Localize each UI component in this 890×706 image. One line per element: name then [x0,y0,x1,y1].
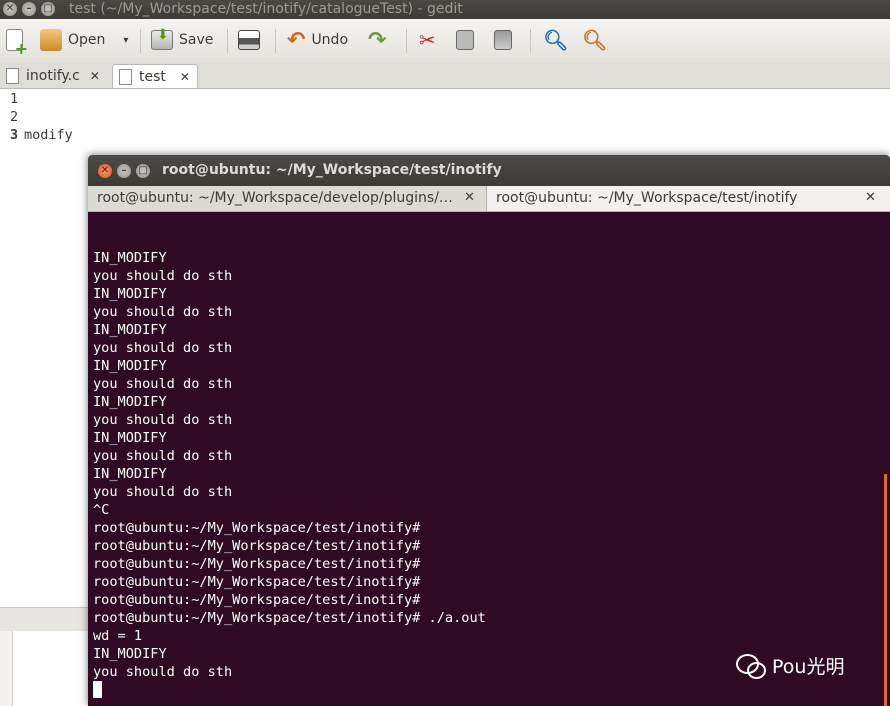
wechat-icon [736,653,766,679]
terminal-line: root@ubuntu:~/My_Workspace/test/inotify# [93,538,421,554]
terminal-line: you should do sth [93,484,233,500]
open-button[interactable]: Open ▾ [40,25,128,55]
terminal-line: wd = 1 [93,628,143,644]
tab-inotify-c[interactable]: inotify.c ✕ [0,64,110,88]
terminal-window: ✕ – □ root@ubuntu: ~/My_Workspace/test/i… [88,155,890,706]
copy-icon [456,30,474,50]
replace-button[interactable]: 🔍︎ [582,25,607,55]
close-icon[interactable]: ✕ [464,190,475,205]
paste-button[interactable] [494,25,512,55]
terminal-line: root@ubuntu:~/My_Workspace/test/inotify# [93,556,421,572]
minimize-icon[interactable]: – [117,164,131,178]
save-label: Save [179,32,214,48]
terminal-output: IN_MODIFY you should do sth IN_MODIFY you s… [93,249,486,699]
gedit-tabbar: inotify.c ✕ test ✕ [0,63,890,89]
close-icon[interactable]: ✕ [3,2,17,16]
save-icon: ⬇ [151,27,173,50]
tab-label: root@ubuntu: ~/My_Workspace/develop/plug… [97,190,453,206]
side-panel [12,631,92,706]
terminal-line: IN_MODIFY [93,394,167,410]
maximize-icon[interactable]: □ [41,2,55,16]
terminal-line: root@ubuntu:~/My_Workspace/test/inotify#… [93,610,486,626]
tab-label: inotify.c [26,68,80,84]
toolbar-separator [530,29,531,53]
clipboard-icon [494,30,512,50]
window-title: test (~/My_Workspace/test/inotify/catalo… [69,1,463,17]
redo-arrow-icon: ↷ [368,27,387,53]
line-number: 1 [10,91,19,107]
terminal-tab-inotify[interactable]: root@ubuntu: ~/My_Workspace/test/inotify… [486,186,890,211]
line-number: 3 [10,127,19,143]
window-title: root@ubuntu: ~/My_Workspace/test/inotify [162,162,502,178]
tab-test[interactable]: test ✕ [112,64,198,88]
terminal-line: you should do sth [93,304,233,320]
watermark: Pou光明 [736,652,844,679]
undo-arrow-icon: ↶ [287,27,306,53]
save-button[interactable]: ⬇ Save [151,25,213,55]
undo-button[interactable]: ↶ Undo [287,25,348,55]
new-document-icon: + [6,29,28,57]
toolbar-separator [406,29,407,53]
close-icon[interactable]: ✕ [98,164,112,178]
terminal-line: ^C [93,502,110,518]
terminal-output-area[interactable]: IN_MODIFY you should do sth IN_MODIFY you s… [88,212,890,706]
chevron-down-icon[interactable]: ▾ [123,35,128,46]
toolbar-separator [140,29,141,53]
watermark-text: Pou光明 [772,656,845,678]
terminal-line: IN_MODIFY [93,322,167,338]
toolbar-separator [275,29,276,53]
terminal-line: you should do sth [93,340,233,356]
terminal-line: IN_MODIFY [93,358,167,374]
line-number: 2 [10,109,19,125]
close-icon[interactable]: ✕ [180,70,190,84]
close-icon[interactable]: ✕ [90,69,100,83]
cut-button[interactable]: ✂ [419,25,436,55]
print-button[interactable] [238,25,260,55]
open-label: Open [68,32,106,48]
terminal-line: IN_MODIFY [93,430,167,446]
copy-button[interactable] [456,25,474,55]
new-button[interactable]: + [6,25,28,57]
terminal-line: root@ubuntu:~/My_Workspace/test/inotify# [93,520,421,536]
terminal-tabbar: root@ubuntu: ~/My_Workspace/develop/plug… [88,186,890,212]
search-icon: 🔍︎ [543,28,569,52]
document-icon [6,68,19,84]
terminal-titlebar: ✕ – □ root@ubuntu: ~/My_Workspace/test/i… [88,155,890,186]
terminal-line: root@ubuntu:~/My_Workspace/test/inotify# [93,574,421,590]
terminal-tab-develop[interactable]: root@ubuntu: ~/My_Workspace/develop/plug… [88,186,486,211]
terminal-scrollbar[interactable] [884,474,887,706]
close-icon[interactable]: ✕ [865,190,876,205]
terminal-cursor [93,681,486,699]
gedit-toolbar: + Open ▾ ⬇ Save ↶ Undo ↷ ✂ 🔍︎ 🔍︎ [0,19,890,64]
minimize-icon[interactable]: – [22,2,36,16]
search-button[interactable]: 🔍︎ [543,25,568,55]
redo-button[interactable]: ↷ [368,25,386,55]
terminal-line: you should do sth [93,412,233,428]
terminal-line: root@ubuntu:~/My_Workspace/test/inotify# [93,592,421,608]
terminal-line: you should do sth [93,376,233,392]
terminal-line: IN_MODIFY [93,286,167,302]
printer-icon [238,30,260,50]
editor-line-text[interactable]: modify [24,127,73,143]
terminal-line: IN_MODIFY [93,646,167,662]
terminal-line: IN_MODIFY [93,250,167,266]
toolbar-separator [227,29,228,53]
terminal-line: IN_MODIFY [93,466,167,482]
gedit-titlebar: ✕ – □ test (~/My_Workspace/test/inotify/… [0,0,890,19]
search-replace-icon: 🔍︎ [582,28,608,52]
tab-label: test [139,68,166,85]
document-icon [119,68,132,85]
folder-icon [40,29,62,51]
terminal-line: you should do sth [93,448,233,464]
scissors-icon: ✂ [419,28,436,52]
tab-label: root@ubuntu: ~/My_Workspace/test/inotify [496,190,798,206]
maximize-icon[interactable]: □ [136,164,150,178]
undo-label: Undo [311,32,349,48]
terminal-line: you should do sth [93,268,233,284]
terminal-line: you should do sth [93,664,233,680]
